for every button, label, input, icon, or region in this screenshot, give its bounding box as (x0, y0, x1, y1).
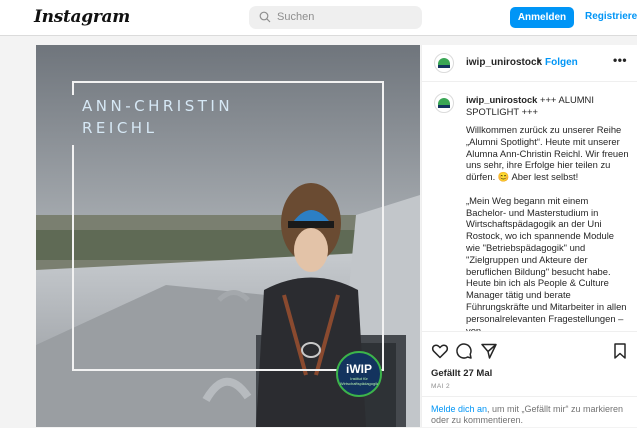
photo-overlay-title: ANN-CHRISTIN REICHL (82, 95, 233, 139)
comment-icon[interactable] (455, 342, 473, 360)
overlay-name-line: REICHL (82, 119, 158, 137)
iwip-logo-badge: iWIP Institut für Wirtschaftspädagogik (336, 351, 382, 397)
like-count[interactable]: Gefällt 27 Mal (431, 368, 492, 379)
separator-dot: • (537, 56, 541, 67)
author-avatar[interactable] (434, 53, 454, 73)
follow-button[interactable]: Folgen (545, 57, 578, 68)
more-options-icon[interactable]: ••• (613, 53, 627, 67)
avatar-base-shape (438, 105, 450, 108)
instagram-logo[interactable]: Instagram (34, 7, 130, 27)
caption-heading: iwip_unirostock +++ ALUMNI SPOTLIGHT +++ (466, 94, 626, 118)
overlay-name-line: ANN-CHRISTIN (82, 97, 234, 115)
post-header: iwip_unirostock • Folgen ••• (422, 45, 637, 82)
post-details-panel: iwip_unirostock • Folgen ••• iwip_uniros… (421, 45, 637, 427)
avatar-dome-shape (438, 98, 450, 105)
badge-subtitle: Institut für Wirtschaftspädagogik (339, 376, 379, 386)
register-link[interactable]: Registrieren (585, 11, 637, 22)
avatar-dome-shape (438, 58, 450, 65)
post-date[interactable]: MAI 2 (431, 383, 450, 390)
caption-area: iwip_unirostock +++ ALUMNI SPOTLIGHT +++… (422, 82, 637, 331)
bookmark-icon[interactable] (611, 342, 629, 360)
login-link[interactable]: Melde dich an (431, 404, 487, 414)
search-icon (259, 11, 271, 23)
login-prompt: Melde dich an, um mit „Gefällt mir“ zu m… (422, 396, 637, 428)
post-photo[interactable]: ANN-CHRISTIN REICHL iWIP Institut für Wi… (36, 45, 420, 427)
heart-icon[interactable] (431, 342, 449, 360)
share-icon[interactable] (480, 342, 498, 360)
search-input[interactable]: Suchen (249, 6, 422, 29)
caption-author-avatar[interactable] (434, 93, 454, 113)
search-placeholder: Suchen (277, 11, 315, 23)
login-button[interactable]: Anmelden (510, 7, 574, 28)
post-actions: Gefällt 27 Mal MAI 2 Melde dich an, um m… (422, 331, 637, 427)
author-username[interactable]: iwip_unirostock (466, 57, 542, 68)
avatar-base-shape (438, 65, 450, 68)
badge-title: iWIP (346, 362, 372, 376)
caption-text: Willkommen zurück zu unserer Reihe „Alum… (466, 124, 629, 331)
top-navigation-bar: Instagram Suchen Anmelden Registrieren (0, 0, 637, 36)
caption-username[interactable]: iwip_unirostock (466, 94, 537, 105)
